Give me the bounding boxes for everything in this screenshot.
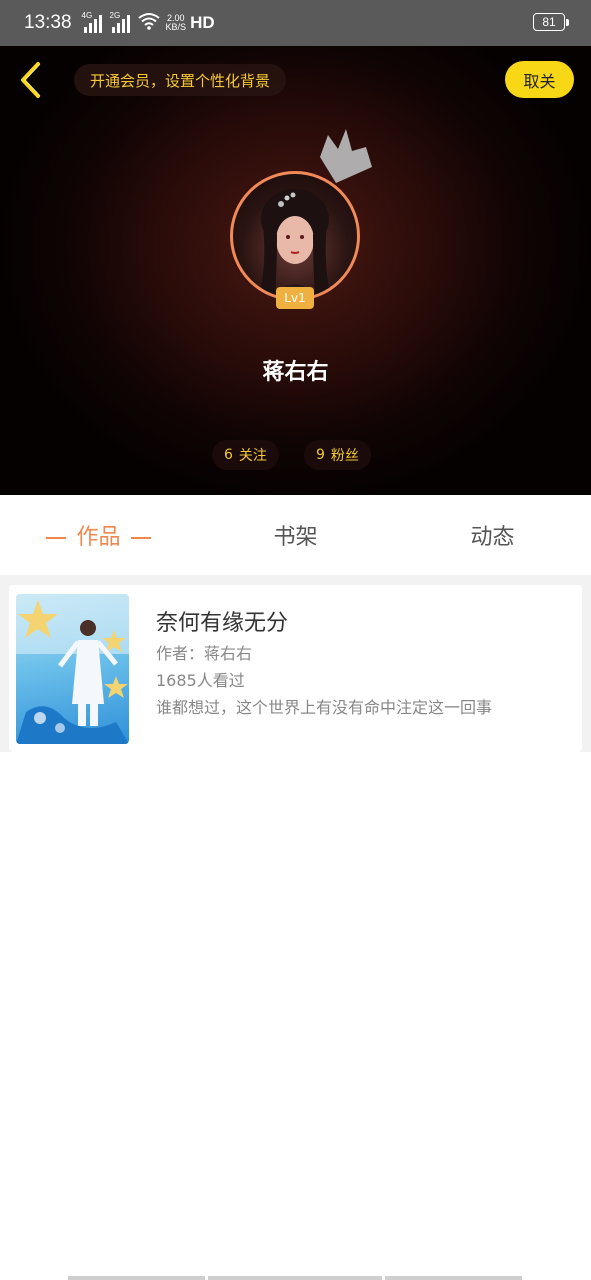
profile-header: 开通会员，设置个性化背景 取关 Lv1 蒋右右 6 关注 9 粉丝 — [0, 46, 591, 495]
network-speed: 2.00 KB/S — [165, 13, 187, 32]
signal-4g-icon: 4G — [82, 11, 102, 33]
back-button[interactable] — [14, 60, 48, 100]
book-cover — [16, 594, 129, 744]
username: 蒋右右 — [262, 360, 329, 385]
unfollow-button[interactable]: 取关 — [505, 61, 574, 98]
divider — [0, 575, 591, 585]
crown-icon — [320, 129, 372, 183]
avatar-container[interactable]: Lv1 — [230, 129, 372, 309]
book-description: 谁都想过，这个世界上有没有命中注定这一回事 — [156, 698, 493, 717]
list-item[interactable]: 奈何有缘无分 作者：蒋右右 1685人看过 谁都想过，这个世界上有没有命中注定这… — [9, 585, 582, 752]
book-views: 1685人看过 — [156, 671, 245, 690]
book-title[interactable]: 奈何有缘无分 — [156, 605, 288, 637]
level-badge: Lv1 — [276, 287, 314, 309]
tab-activity[interactable]: 动态 — [394, 519, 591, 551]
profile-tabs: 作品 书架 动态 — [0, 495, 591, 575]
bottom-tab-edge-2 — [208, 1276, 382, 1280]
tab-works[interactable]: 作品 — [0, 519, 197, 551]
vip-background-banner[interactable]: 开通会员，设置个性化背景 — [74, 64, 287, 96]
bottom-tab-edge-3 — [385, 1276, 522, 1280]
status-time: 13:38 — [24, 12, 72, 33]
battery-icon: 81 — [533, 13, 569, 31]
status-bar: 13:38 4G 2G 2.00 KB/S HD 81 — [0, 0, 591, 46]
tab-bookshelf[interactable]: 书架 — [197, 519, 394, 551]
following-count[interactable]: 6 关注 — [212, 440, 279, 470]
bottom-tab-edge-1 — [68, 1276, 205, 1280]
book-author: 作者：蒋右右 — [156, 644, 253, 663]
avatar — [230, 171, 360, 301]
wifi-icon — [137, 12, 160, 35]
signal-2g-icon: 2G — [110, 11, 130, 33]
hd-indicator: HD — [190, 13, 215, 32]
chevron-left-icon — [21, 62, 41, 98]
fans-count[interactable]: 9 粉丝 — [304, 440, 371, 470]
